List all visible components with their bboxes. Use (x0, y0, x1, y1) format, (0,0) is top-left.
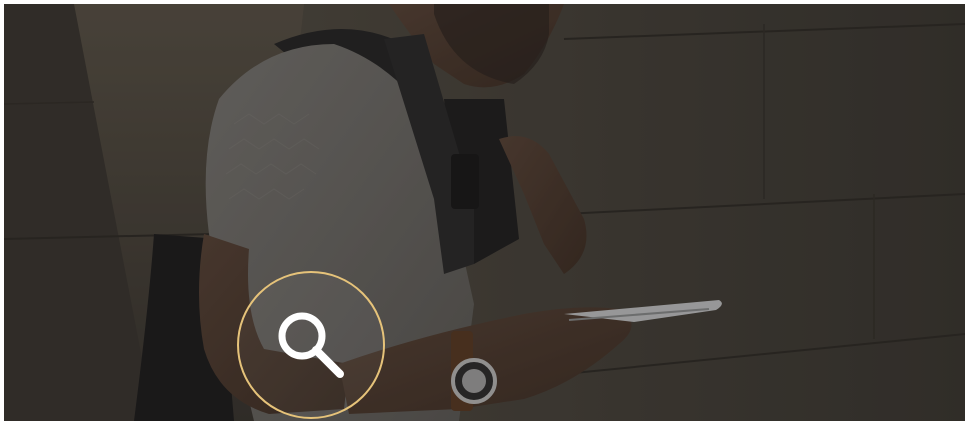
magnifying-glass-icon (278, 312, 344, 378)
search-button[interactable] (237, 271, 385, 419)
page (0, 0, 968, 421)
hero-banner (4, 4, 965, 421)
hero-photo (4, 4, 965, 421)
